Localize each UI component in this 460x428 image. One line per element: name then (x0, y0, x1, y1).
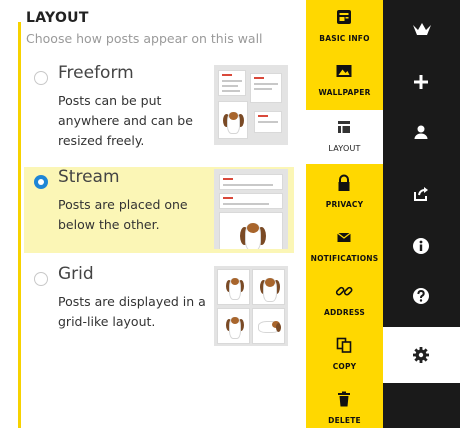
layout-icon (338, 121, 350, 133)
gear-icon (413, 347, 429, 363)
logo-icon (413, 23, 431, 35)
panel-accent-bar (18, 22, 21, 428)
nav-item-wallpaper[interactable]: WALLPAPER (306, 54, 383, 108)
option-description: Posts are displayed in a grid-like layou… (58, 294, 206, 329)
help-icon (413, 288, 429, 304)
stream-preview-thumbnail (214, 169, 288, 249)
nav-item-privacy[interactable]: PRIVACY (306, 166, 383, 220)
info-icon (413, 238, 429, 254)
rail-button-logo[interactable] (383, 4, 460, 56)
grid-preview-thumbnail (214, 266, 288, 346)
rail-button-add[interactable] (383, 56, 460, 108)
wallpaper-icon (336, 65, 352, 77)
nav-label: BASIC INFO (319, 34, 370, 43)
radio-grid[interactable] (34, 272, 48, 286)
nav-label: WALLPAPER (318, 88, 371, 97)
rail-button-info[interactable] (383, 220, 460, 272)
envelope-icon (337, 232, 351, 242)
settings-nav: BASIC INFO WALLPAPER LAYOUT PRIVACY NOTI… (306, 0, 383, 428)
option-name: Freeform (58, 63, 134, 83)
panel-subtitle: Choose how posts appear on this wall (26, 31, 263, 46)
option-description: Posts are placed one below the other. (58, 197, 188, 232)
user-icon (414, 125, 428, 139)
nav-label: DELETE (328, 416, 361, 425)
option-description: Posts can be put anywhere and can be res… (58, 93, 193, 148)
nav-label: COPY (332, 362, 357, 371)
app-rail (383, 0, 460, 428)
nav-item-layout[interactable]: LAYOUT (306, 110, 383, 164)
trash-icon (338, 391, 350, 407)
basic-info-icon (337, 10, 351, 24)
option-name: Stream (58, 167, 120, 187)
nav-item-delete[interactable]: DELETE (306, 382, 383, 428)
nav-label: NOTIFICATIONS (310, 254, 379, 263)
nav-label: LAYOUT (328, 144, 361, 153)
nav-item-notifications[interactable]: NOTIFICATIONS (306, 220, 383, 274)
rail-button-share[interactable] (383, 168, 460, 220)
plus-icon (414, 75, 428, 89)
option-name: Grid (58, 264, 94, 284)
panel-title: LAYOUT (26, 10, 89, 26)
link-icon (335, 286, 353, 296)
nav-label: ADDRESS (323, 308, 366, 317)
radio-stream[interactable] (34, 175, 48, 189)
nav-item-copy[interactable]: COPY (306, 328, 383, 382)
rail-button-help[interactable] (383, 270, 460, 322)
copy-icon (336, 337, 352, 353)
lock-icon (338, 174, 350, 191)
layout-option-grid[interactable]: Grid Posts are displayed in a grid-like … (24, 264, 294, 350)
radio-freeform[interactable] (34, 71, 48, 85)
layout-settings-panel: LAYOUT Choose how posts appear on this w… (0, 0, 306, 428)
rail-button-settings[interactable] (383, 327, 460, 383)
nav-label: PRIVACY (325, 200, 364, 209)
rail-button-user[interactable] (383, 106, 460, 158)
share-icon (414, 187, 428, 201)
freeform-preview-thumbnail (214, 65, 288, 145)
layout-option-freeform[interactable]: Freeform Posts can be put anywhere and c… (24, 63, 294, 149)
nav-item-basic-info[interactable]: BASIC INFO (306, 0, 383, 54)
layout-option-stream[interactable]: Stream Posts are placed one below the ot… (24, 167, 294, 253)
nav-item-address[interactable]: ADDRESS (306, 274, 383, 328)
